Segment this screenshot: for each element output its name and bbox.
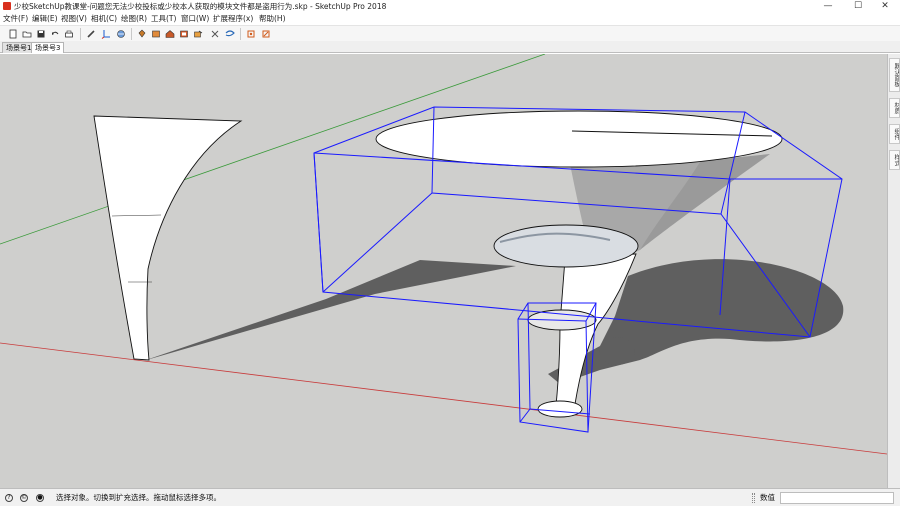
scissors-icon[interactable] [210, 29, 220, 39]
menu-help[interactable]: 帮助(H) [259, 14, 286, 24]
maximize-button[interactable]: ☐ [843, 0, 873, 13]
model-viewport[interactable] [0, 54, 887, 488]
extension-icon[interactable] [179, 29, 189, 39]
paint-bucket-icon[interactable] [137, 29, 147, 39]
title-bar: 少校SketchUp教课堂-问题您无法少校投标或少校本人获取的模块文件都是盗用行… [0, 0, 900, 13]
save-icon[interactable] [36, 29, 46, 39]
tray-tab-materials[interactable]: 材质 [889, 98, 900, 118]
sketchup-window: 少校SketchUp教课堂-问题您无法少校投标或少校本人获取的模块文件都是盗用行… [0, 0, 900, 506]
measurements-input[interactable] [780, 492, 894, 504]
menu-bar: 文件(F) 编辑(E) 视图(V) 相机(C) 绘图(R) 工具(T) 窗口(W… [0, 13, 900, 25]
menu-edit[interactable]: 编辑(E) [32, 14, 58, 24]
new-file-icon[interactable] [8, 29, 18, 39]
open-folder-icon[interactable] [22, 29, 32, 39]
table-top-surface[interactable] [375, 110, 783, 168]
menu-extensions[interactable]: 扩展程序(x) [213, 14, 253, 24]
toolbar [0, 25, 900, 41]
share-icon[interactable] [193, 29, 203, 39]
sandbox-icon[interactable] [116, 29, 126, 39]
minimize-button[interactable]: — [813, 0, 843, 13]
component-icon[interactable] [151, 29, 161, 39]
menu-tools[interactable]: 工具(T) [151, 14, 176, 24]
measurements-label: 数值 [760, 493, 775, 502]
menu-view[interactable]: 视图(V) [61, 14, 87, 24]
tray-tab-default[interactable]: 默认面板 [889, 58, 900, 92]
horn-shadow [143, 260, 516, 361]
tape-icon[interactable] [225, 29, 235, 39]
toolbar-separator [240, 28, 241, 40]
axes-icon[interactable] [101, 29, 111, 39]
status-grip [752, 493, 755, 503]
red-axis-line [0, 342, 887, 455]
print-icon[interactable] [64, 29, 74, 39]
menu-file[interactable]: 文件(F) [3, 14, 28, 24]
sketchup-logo-icon [3, 2, 11, 10]
status-message: 选择对象。切换到扩充选择。拖动鼠标选择多项。 [56, 493, 221, 502]
section-plane-icon[interactable] [246, 29, 256, 39]
user-icon[interactable]: ● [36, 494, 44, 502]
menu-camera[interactable]: 相机(C) [91, 14, 117, 24]
tray-tab-styles[interactable]: 样式 [889, 150, 900, 170]
middle-disc-surface[interactable] [493, 224, 639, 268]
menu-window[interactable]: 窗口(W) [181, 14, 209, 24]
section-display-icon[interactable] [261, 29, 271, 39]
scene-tab-bar: 场景号1 场景号3 [0, 41, 900, 53]
toolbar-separator [131, 28, 132, 40]
left-horn-surface[interactable] [93, 115, 243, 361]
geo-location-icon[interactable]: ? [5, 494, 13, 502]
pencil-icon[interactable] [86, 29, 96, 39]
model-canvas[interactable] [0, 54, 887, 488]
menu-draw[interactable]: 绘图(R) [121, 14, 147, 24]
scene-tab-3[interactable]: 场景号3 [31, 42, 65, 53]
base-disc-surface[interactable] [537, 400, 583, 418]
toolbar-separator [80, 28, 81, 40]
base-shadow [599, 337, 635, 365]
default-tray: 默认面板 材质 组件 样式 [887, 54, 900, 488]
status-bar: ? © ● 选择对象。切换到扩充选择。拖动鼠标选择多项。 数值 [0, 488, 900, 506]
tray-tab-components[interactable]: 组件 [889, 124, 900, 144]
window-title: 少校SketchUp教课堂-问题您无法少校投标或少校本人获取的模块文件都是盗用行… [14, 2, 387, 11]
credits-icon[interactable]: © [20, 494, 28, 502]
undo-icon[interactable] [50, 29, 60, 39]
warehouse-icon[interactable] [165, 29, 175, 39]
close-button[interactable]: ✕ [870, 0, 900, 13]
